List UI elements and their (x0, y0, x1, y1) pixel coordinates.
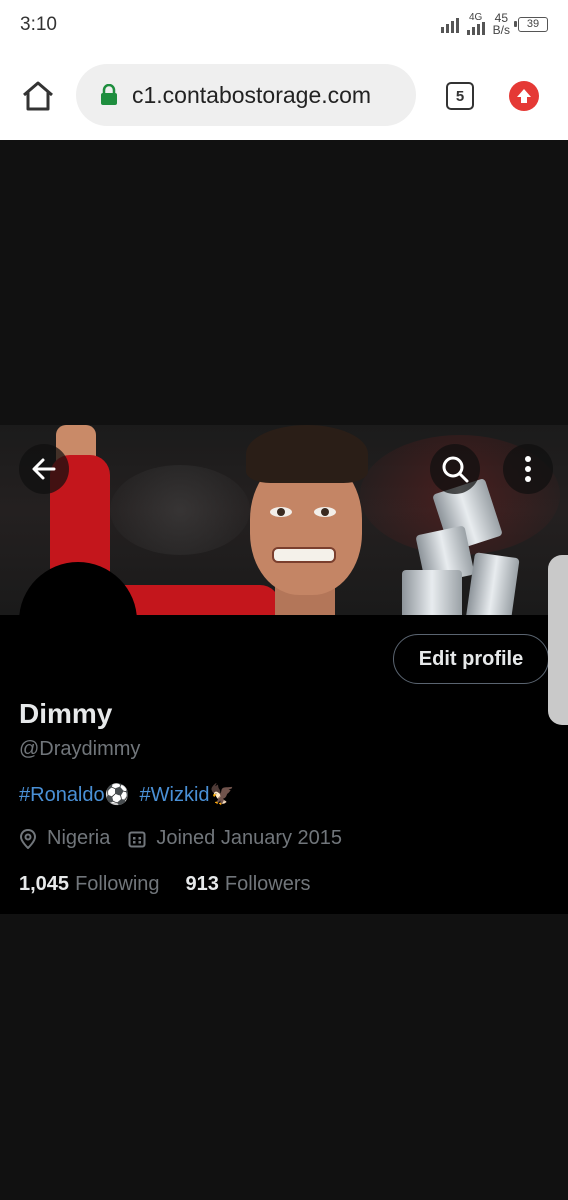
followers-link[interactable]: 913 Followers (186, 873, 311, 896)
followers-label: Followers (224, 873, 311, 895)
edit-profile-button[interactable]: Edit profile (393, 634, 549, 684)
more-options-button[interactable] (503, 444, 553, 494)
status-time: 3:10 (20, 14, 57, 35)
banner-eye (314, 507, 336, 517)
user-handle: @Draydimmy (19, 738, 141, 760)
bio: #Ronaldo⚽ #Wizkid🦅 (19, 782, 234, 807)
battery-level: 39 (526, 17, 540, 30)
calendar-icon (128, 831, 146, 847)
mobile-signal-icon (466, 22, 485, 35)
hashtag-text: #Ronaldo (19, 784, 105, 806)
banner-glow (110, 465, 250, 555)
status-bar: 3:10 4G 45 B/s 39 (0, 0, 568, 52)
battery-icon: 39 (514, 16, 548, 32)
more-vertical-icon (525, 456, 531, 482)
page-background-top (0, 140, 568, 425)
network-speed: 45 B/s (493, 12, 510, 36)
signal-strength-icon (440, 15, 459, 33)
side-panel-handle[interactable] (548, 555, 568, 725)
back-arrow-icon (32, 458, 56, 480)
banner-smile (272, 547, 336, 563)
display-name: Dimmy (19, 698, 113, 729)
follow-stats: 1,045 Following 913 Followers (19, 873, 311, 896)
avatar[interactable] (19, 562, 137, 680)
search-icon (442, 456, 469, 483)
tab-count: 5 (455, 87, 465, 105)
followers-count: 913 (185, 873, 219, 895)
location-pin-icon (19, 828, 37, 849)
hashtag-text: #Wizkid (139, 784, 210, 806)
home-icon (23, 81, 53, 111)
network-type-label: 4G (468, 12, 483, 23)
address-bar[interactable]: c1.contabostorage.com (76, 64, 416, 126)
following-label: Following (75, 873, 160, 895)
location-text: Nigeria (47, 827, 111, 849)
lock-icon (101, 84, 117, 105)
banner-trophy (400, 477, 520, 615)
back-button[interactable] (19, 444, 69, 494)
status-indicators: 4G 45 B/s 39 (440, 12, 548, 36)
browser-toolbar: c1.contabostorage.com 5 (0, 52, 568, 140)
page-background-bottom (0, 914, 568, 1200)
banner-hair (246, 425, 368, 483)
joined-date: Joined January 2015 (156, 827, 343, 849)
update-icon (517, 89, 531, 103)
soccer-ball-emoji: ⚽ (104, 784, 130, 806)
url-text: c1.contabostorage.com (132, 81, 372, 108)
network-speed-unit: B/s (492, 23, 510, 37)
update-button[interactable] (509, 81, 539, 111)
hashtag-link[interactable]: #Ronaldo⚽ (19, 782, 130, 807)
eagle-emoji: 🦅 (209, 784, 235, 806)
home-button[interactable] (20, 78, 56, 114)
search-button[interactable] (430, 444, 480, 494)
hashtag-link[interactable]: #Wizkid🦅 (140, 782, 235, 807)
network-type-indicator: 4G (466, 12, 485, 35)
following-link[interactable]: 1,045 Following (19, 873, 160, 896)
banner-eye (270, 507, 292, 517)
profile-meta: Nigeria Joined January 2015 (19, 827, 342, 850)
tab-switcher-button[interactable]: 5 (446, 82, 474, 110)
following-count: 1,045 (19, 873, 70, 895)
